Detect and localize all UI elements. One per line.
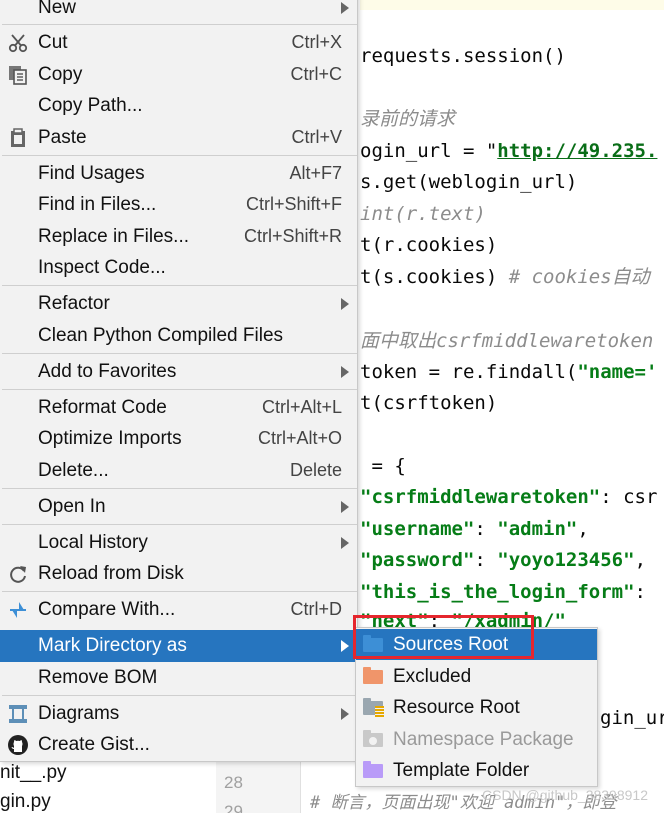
code-line: gin_ur [600, 707, 664, 729]
menu-item-add-to-favorites[interactable]: Add to Favorites [0, 356, 357, 387]
code-line: ogin_url = "http://49.235. [360, 140, 658, 162]
menu-item-cut[interactable]: Cut Ctrl+X [0, 27, 357, 58]
submenu-arrow-icon [341, 297, 349, 310]
code-comment: int(r.text) [360, 203, 486, 225]
project-tree: nit__.py gin.py [0, 760, 216, 813]
menu-separator [2, 389, 357, 390]
watermark: CSDN @github_38398912 [482, 787, 648, 803]
menu-item-find-usages[interactable]: Find Usages Alt+F7 [0, 158, 357, 189]
code-comment: 面中取出csrfmiddlewaretoken [360, 330, 654, 352]
menu-separator [2, 524, 357, 525]
url-link[interactable]: http://49.235. [497, 140, 657, 162]
compare-icon [6, 598, 30, 622]
submenu-item-namespace-package[interactable]: Namespace Package [356, 724, 597, 755]
tree-file-item[interactable]: nit__.py [0, 762, 67, 784]
code-line: "password": "yoyo123456", [360, 549, 647, 571]
line-number: 29 [224, 802, 243, 813]
menu-item-local-history[interactable]: Local History [0, 527, 357, 558]
menu-item-reload-from-disk[interactable]: Reload from Disk [0, 558, 357, 589]
scissors-icon [6, 31, 30, 55]
submenu-arrow-icon [341, 1, 349, 14]
excluded-folder-icon [361, 665, 385, 689]
menu-item-open-in[interactable]: Open In [0, 491, 357, 522]
code-comment: 录前的请求 [360, 108, 456, 130]
menu-item-copy-path[interactable]: Copy Path... [0, 90, 357, 121]
clipboard-icon [6, 126, 30, 150]
menu-item-reformat-code[interactable]: Reformat Code Ctrl+Alt+L [0, 392, 357, 423]
code-line: t(r.cookies) [360, 234, 498, 256]
menu-item-delete[interactable]: Delete... Delete [0, 455, 357, 486]
menu-item-replace-in-files[interactable]: Replace in Files... Ctrl+Shift+R [0, 221, 357, 252]
code-line: requests.session() [360, 45, 566, 67]
submenu-arrow-icon [341, 536, 349, 549]
submenu-arrow-icon [341, 365, 349, 378]
submenu-item-resource-root[interactable]: Resource Root [356, 692, 597, 723]
line-number: 28 [224, 773, 243, 792]
code-line: t(csrftoken) [360, 392, 498, 414]
menu-separator [2, 591, 357, 592]
menu-separator [2, 155, 357, 156]
context-menu: New Cut Ctrl+X Copy Ctrl+C Copy Path... Pa… [0, 0, 358, 762]
submenu-item-template-folder[interactable]: Template Folder [356, 755, 597, 786]
copy-icon [6, 63, 30, 87]
code-line: = { [360, 455, 406, 477]
menu-item-mark-directory-as[interactable]: Mark Directory as [0, 630, 357, 662]
menu-separator [2, 285, 357, 286]
submenu-arrow-icon [341, 640, 349, 652]
resource-folder-icon [361, 696, 385, 720]
code-line: t(s.cookies) # cookies自动 [360, 266, 650, 288]
submenu-arrow-icon [341, 500, 349, 513]
menu-item-create-gist[interactable]: Create Gist... [0, 729, 357, 760]
tree-file-item[interactable]: gin.py [0, 791, 51, 813]
menu-item-optimize-imports[interactable]: Optimize Imports Ctrl+Alt+O [0, 423, 357, 454]
menu-item-compare-with[interactable]: Compare With... Ctrl+D [0, 594, 357, 625]
annotation-highlight-box [353, 615, 534, 659]
diagram-icon [6, 702, 30, 726]
menu-item-diagrams[interactable]: Diagrams [0, 698, 357, 729]
menu-separator [2, 24, 357, 25]
github-icon [6, 733, 30, 757]
reload-icon [6, 562, 30, 586]
menu-item-remove-bom[interactable]: Remove BOM [0, 662, 357, 693]
menu-separator [2, 488, 357, 489]
code-line: "this_is_the_login_form": [360, 581, 646, 603]
menu-separator [2, 353, 357, 354]
caret-row-highlight [360, 0, 664, 10]
submenu-arrow-icon [341, 707, 349, 720]
template-folder-icon [361, 759, 385, 783]
namespace-folder-icon [361, 728, 385, 752]
code-line: "csrfmiddlewaretoken": csr [360, 486, 658, 508]
menu-item-inspect-code[interactable]: Inspect Code... [0, 252, 357, 283]
menu-item-paste[interactable]: Paste Ctrl+V [0, 122, 357, 153]
menu-item-new[interactable]: New [0, 0, 357, 23]
code-line: token = re.findall("name=' [360, 361, 658, 383]
menu-item-refactor[interactable]: Refactor [0, 288, 357, 319]
menu-item-clean-python-compiled-files[interactable]: Clean Python Compiled Files [0, 320, 357, 351]
menu-item-copy[interactable]: Copy Ctrl+C [0, 59, 357, 90]
code-line: "username": "admin", [360, 518, 589, 540]
line-number-gutter: 28 29 [216, 760, 301, 813]
menu-item-find-in-files[interactable]: Find in Files... Ctrl+Shift+F [0, 189, 357, 220]
submenu-item-excluded[interactable]: Excluded [356, 661, 597, 692]
menu-separator [2, 695, 357, 696]
code-line: s.get(weblogin_url) [360, 171, 578, 193]
